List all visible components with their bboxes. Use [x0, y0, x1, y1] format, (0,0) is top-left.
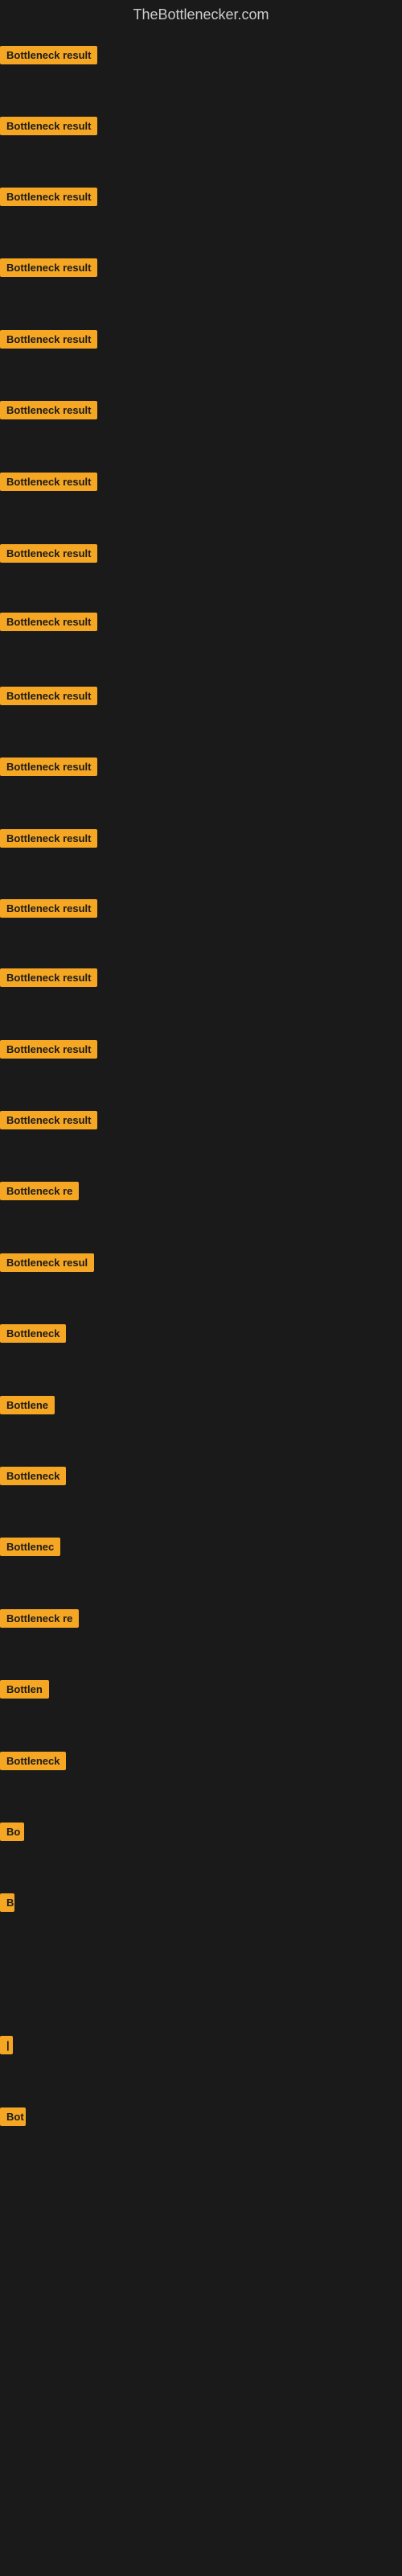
bottleneck-badge-1: Bottleneck result	[0, 46, 97, 64]
bottleneck-badge-29: |	[0, 2036, 13, 2054]
bottleneck-badge-2: Bottleneck result	[0, 117, 97, 135]
bottleneck-item-16: Bottleneck result	[0, 1111, 97, 1133]
bottleneck-item-21: Bottleneck	[0, 1467, 66, 1489]
bottleneck-badge-30: Bot	[0, 2107, 26, 2126]
bottleneck-badge-6: Bottleneck result	[0, 401, 97, 419]
bottleneck-item-25: Bottleneck	[0, 1752, 66, 1774]
bottleneck-item-13: Bottleneck result	[0, 899, 97, 922]
bottleneck-item-12: Bottleneck result	[0, 829, 97, 852]
bottleneck-badge-10: Bottleneck result	[0, 687, 97, 705]
bottleneck-badge-27: B	[0, 1893, 14, 1912]
bottleneck-item-7: Bottleneck result	[0, 473, 97, 495]
bottleneck-item-30: Bot	[0, 2107, 26, 2130]
bottleneck-item-10: Bottleneck result	[0, 687, 97, 709]
bottleneck-badge-18: Bottleneck resul	[0, 1253, 94, 1272]
bottleneck-item-4: Bottleneck result	[0, 258, 97, 281]
bottleneck-item-9: Bottleneck result	[0, 613, 97, 635]
bottleneck-item-3: Bottleneck result	[0, 188, 97, 210]
bottleneck-item-27: B	[0, 1893, 14, 1916]
bottleneck-badge-3: Bottleneck result	[0, 188, 97, 206]
bottleneck-item-18: Bottleneck resul	[0, 1253, 94, 1276]
bottleneck-badge-15: Bottleneck result	[0, 1040, 97, 1059]
bottleneck-badge-7: Bottleneck result	[0, 473, 97, 491]
bottleneck-badge-11: Bottleneck result	[0, 758, 97, 776]
bottleneck-item-20: Bottlene	[0, 1396, 55, 1418]
bottleneck-badge-22: Bottlenec	[0, 1538, 60, 1556]
bottleneck-item-11: Bottleneck result	[0, 758, 97, 780]
bottleneck-item-14: Bottleneck result	[0, 968, 97, 991]
site-title: TheBottlenecker.com	[0, 0, 402, 30]
bottleneck-item-17: Bottleneck re	[0, 1182, 79, 1204]
bottleneck-badge-5: Bottleneck result	[0, 330, 97, 349]
bottleneck-badge-13: Bottleneck result	[0, 899, 97, 918]
bottleneck-badge-25: Bottleneck	[0, 1752, 66, 1770]
bottleneck-badge-17: Bottleneck re	[0, 1182, 79, 1200]
bottleneck-badge-23: Bottleneck re	[0, 1609, 79, 1628]
bottleneck-badge-12: Bottleneck result	[0, 829, 97, 848]
bottleneck-badge-21: Bottleneck	[0, 1467, 66, 1485]
bottleneck-item-1: Bottleneck result	[0, 46, 97, 68]
bottleneck-item-6: Bottleneck result	[0, 401, 97, 423]
bottleneck-badge-20: Bottlene	[0, 1396, 55, 1414]
bottleneck-item-5: Bottleneck result	[0, 330, 97, 353]
bottleneck-badge-9: Bottleneck result	[0, 613, 97, 631]
bottleneck-item-23: Bottleneck re	[0, 1609, 79, 1632]
bottleneck-badge-24: Bottlen	[0, 1680, 49, 1699]
bottleneck-item-22: Bottlenec	[0, 1538, 60, 1560]
bottleneck-item-2: Bottleneck result	[0, 117, 97, 139]
bottleneck-item-24: Bottlen	[0, 1680, 49, 1703]
bottleneck-item-15: Bottleneck result	[0, 1040, 97, 1063]
bottleneck-item-26: Bo	[0, 1823, 24, 1845]
bottleneck-badge-14: Bottleneck result	[0, 968, 97, 987]
bottleneck-item-29: |	[0, 2036, 13, 2058]
bottleneck-badge-26: Bo	[0, 1823, 24, 1841]
bottleneck-item-8: Bottleneck result	[0, 544, 97, 567]
bottleneck-badge-4: Bottleneck result	[0, 258, 97, 277]
bottleneck-badge-16: Bottleneck result	[0, 1111, 97, 1129]
bottleneck-item-19: Bottleneck	[0, 1324, 66, 1347]
bottleneck-badge-19: Bottleneck	[0, 1324, 66, 1343]
bottleneck-badge-8: Bottleneck result	[0, 544, 97, 563]
